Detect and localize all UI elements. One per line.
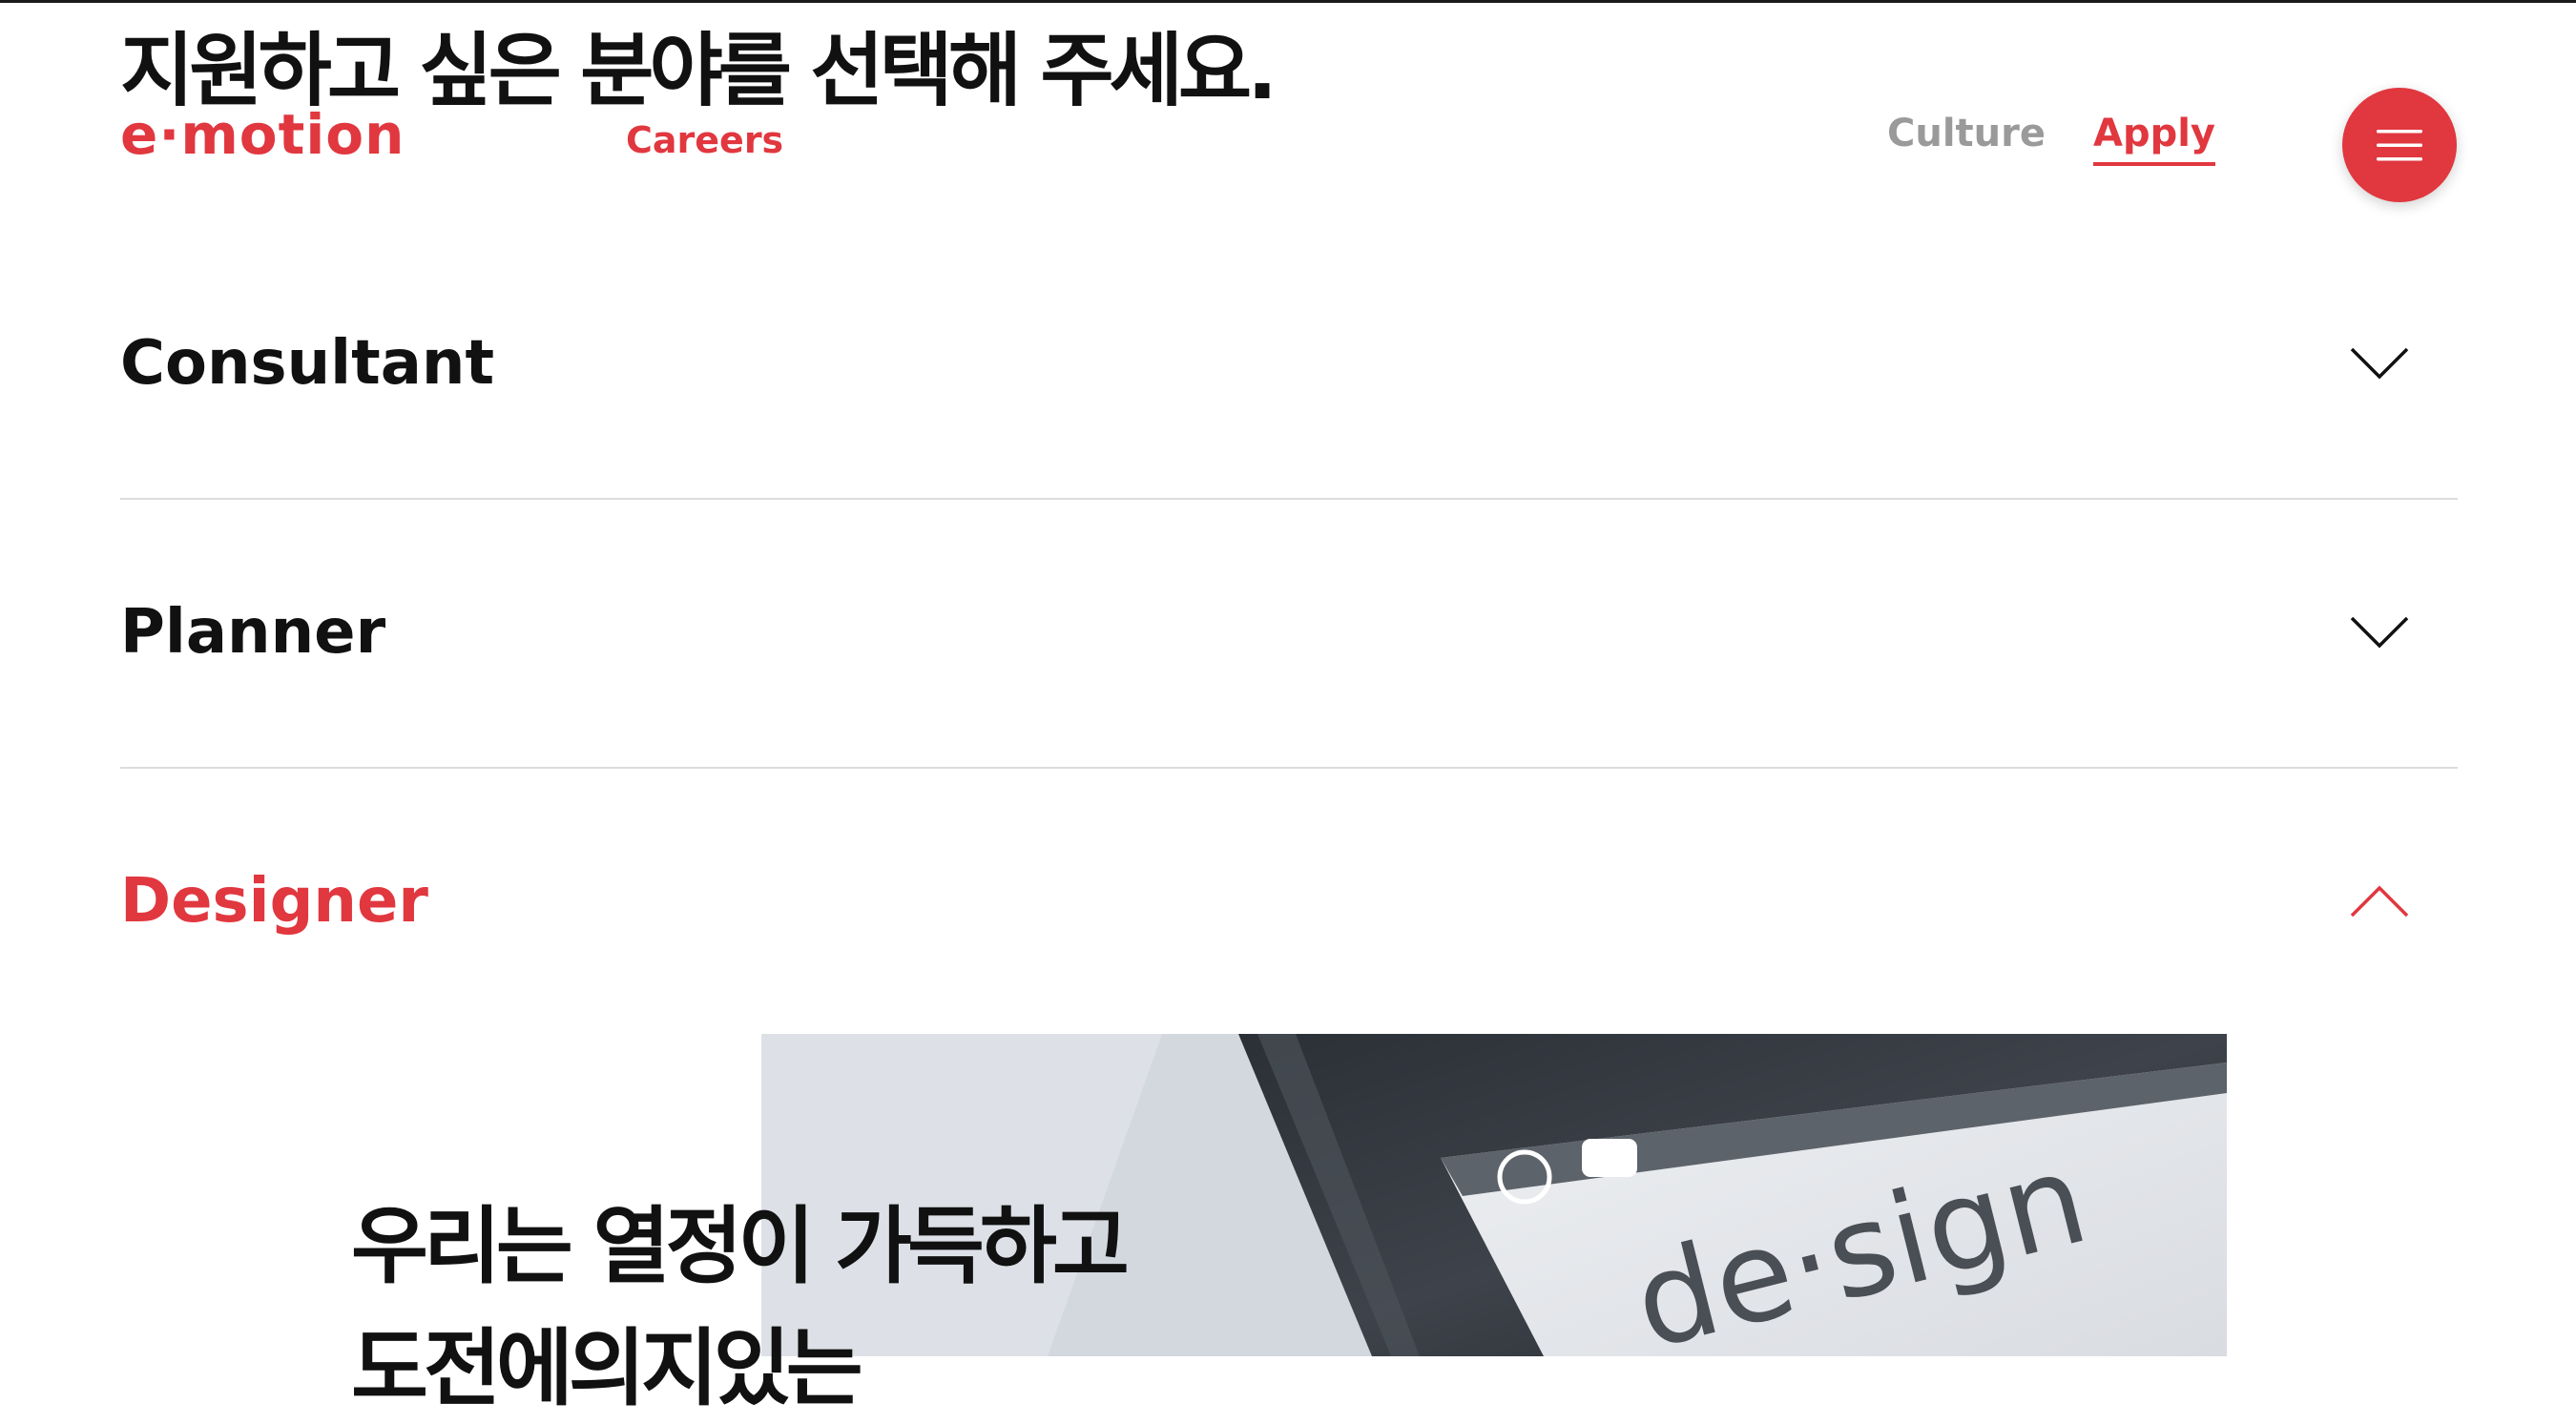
menu-button[interactable] [2342, 88, 2457, 202]
designer-heading-line2: 도전에의지있는 [351, 1319, 863, 1418]
chevron-down-icon [2350, 347, 2409, 380]
accordion-item-consultant[interactable]: Consultant [120, 229, 2458, 500]
nav-culture-link[interactable]: Culture [1887, 114, 2046, 153]
designer-heading: 우리는 열정이 가득하고 도전에의지있는 [351, 1192, 1130, 1424]
chevron-up-icon [2350, 885, 2409, 918]
page-title: 지원하고 싶은 분야를 선택해 주세요. [120, 24, 1278, 117]
accordion-label: Planner [120, 597, 386, 668]
nav-apply-link[interactable]: Apply [2093, 114, 2216, 166]
chevron-down-icon [2350, 616, 2409, 649]
designer-heading-line1: 우리는 열정이 가득하고 [351, 1197, 1130, 1295]
accordion-label: Consultant [120, 328, 495, 399]
window-top-border [0, 0, 2576, 3]
section-label-careers: Careers [626, 119, 784, 161]
accordion-item-designer[interactable]: Designer [120, 767, 2458, 1036]
chat-bubble-icon [1582, 1139, 1637, 1177]
emotion-logo[interactable]: e·motion [120, 107, 405, 162]
accordion-item-planner[interactable]: Planner [120, 498, 2458, 769]
hamburger-icon [2377, 130, 2422, 161]
accordion-label: Designer [120, 866, 428, 937]
